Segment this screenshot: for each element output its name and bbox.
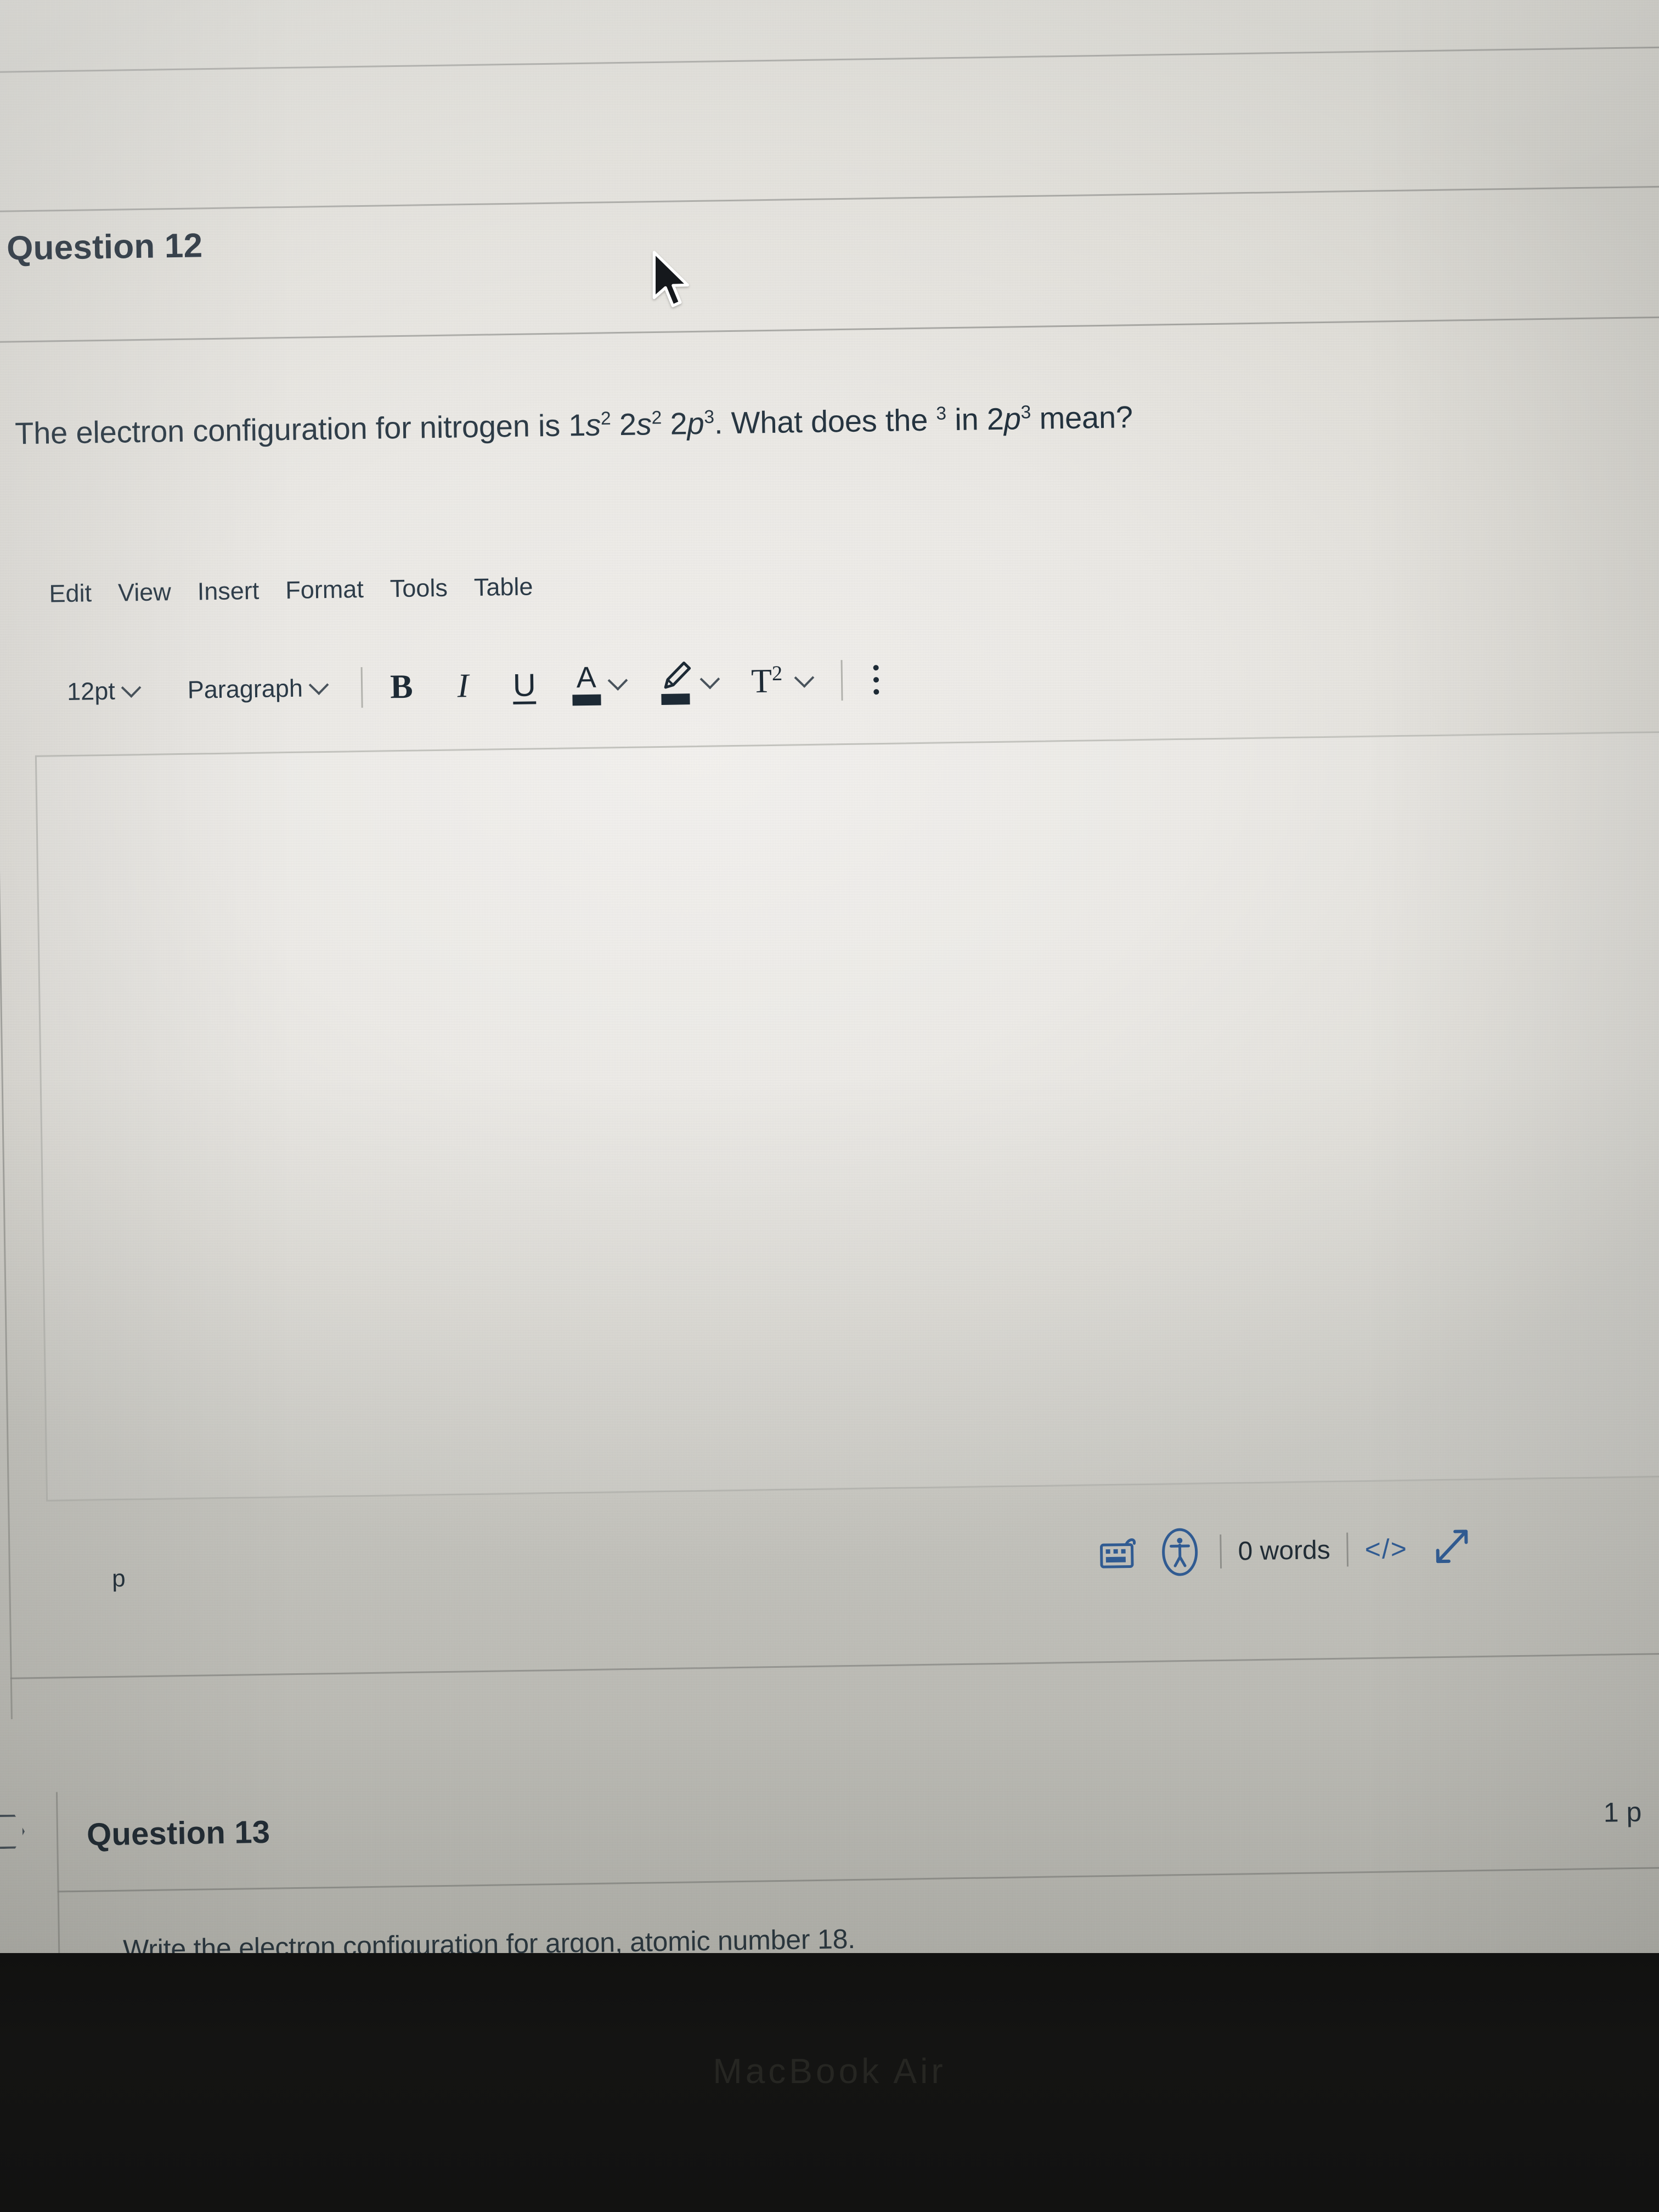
status-divider xyxy=(1346,1532,1349,1567)
menu-insert[interactable]: Insert xyxy=(197,577,259,606)
question-13-title: Question 13 xyxy=(86,1814,270,1853)
highlighter-pen-icon xyxy=(664,661,691,689)
kebab-dot xyxy=(873,677,879,683)
menu-table[interactable]: Table xyxy=(473,572,533,602)
text-color-swatch xyxy=(572,694,601,706)
chevron-down-icon xyxy=(794,668,815,688)
text-color-icon: A xyxy=(576,661,597,695)
kebab-dot xyxy=(873,689,879,695)
accessibility-icon xyxy=(1162,1528,1198,1576)
menu-tools[interactable]: Tools xyxy=(390,574,448,603)
question-13-points: 1 p xyxy=(1603,1796,1642,1828)
word-count: 0 words xyxy=(1238,1535,1331,1566)
superscript-icon: T2 xyxy=(751,662,783,701)
editor-status-bar: 0 words </> xyxy=(1094,1524,1474,1577)
font-size-select[interactable]: 12pt xyxy=(56,674,149,709)
more-options-button[interactable] xyxy=(873,665,879,695)
highlight-color-dropdown[interactable] xyxy=(699,669,720,690)
bold-button[interactable]: B xyxy=(384,665,419,709)
question-12-title: Question 12 xyxy=(6,227,203,268)
q12-exp-2s: 2 xyxy=(651,408,662,428)
superscript-button[interactable]: T2 xyxy=(749,659,784,704)
block-format-value: Paragraph xyxy=(187,674,303,704)
chevron-down-icon xyxy=(121,678,142,698)
mouse-cursor xyxy=(652,251,689,307)
accessibility-checker-button[interactable] xyxy=(1156,1528,1204,1576)
q12-orbital-2p-2: p xyxy=(1003,401,1022,436)
page-divider-top xyxy=(0,46,1659,74)
italic-icon: I xyxy=(457,667,469,704)
chevron-down-icon xyxy=(308,675,329,695)
q12-exp-2p-2: 3 xyxy=(1020,402,1031,423)
menu-edit[interactable]: Edit xyxy=(49,579,92,608)
underline-icon: U xyxy=(512,667,537,703)
q12-exp-standalone: 3 xyxy=(936,403,947,424)
superscript-dropdown[interactable] xyxy=(794,668,815,688)
toolbar-divider xyxy=(360,667,363,708)
q12-exp-1s: 2 xyxy=(600,408,611,429)
question-flag-icon[interactable] xyxy=(0,1814,25,1849)
q12-orbital-2p: p xyxy=(687,405,704,441)
q12-text-2: 2 xyxy=(611,407,637,442)
resize-diagonal-icon xyxy=(1436,1530,1468,1564)
q12-exp-2p: 3 xyxy=(704,407,715,428)
kebab-dot xyxy=(873,665,879,671)
menu-format[interactable]: Format xyxy=(285,575,364,605)
q12-text-4: . What does the xyxy=(714,402,936,441)
q12-text-6: mean? xyxy=(1030,399,1133,436)
macbook-air-label: MacBook Air xyxy=(713,2051,946,2091)
italic-button[interactable]: I xyxy=(445,664,480,708)
bold-icon: B xyxy=(390,668,414,706)
q12-text-3: 2 xyxy=(661,406,687,441)
toolbar-divider xyxy=(840,660,843,701)
text-color-dropdown[interactable] xyxy=(607,670,628,691)
canvas-quiz-page: Question 12 The electron configuration f… xyxy=(0,0,1659,1953)
q12-orbital-2s: s xyxy=(636,407,652,442)
html-editor-button[interactable]: </> xyxy=(1364,1533,1408,1565)
laptop-screen: Question 12 The electron configuration f… xyxy=(0,0,1659,1953)
menu-view[interactable]: View xyxy=(118,578,171,607)
block-format-select[interactable]: Paragraph xyxy=(176,672,337,707)
rich-content-editor-body[interactable] xyxy=(35,731,1659,1502)
chevron-down-icon xyxy=(607,670,628,691)
editor-element-path: p xyxy=(111,1565,126,1592)
text-color-button[interactable]: A xyxy=(572,661,601,706)
underline-button[interactable]: U xyxy=(507,663,541,707)
highlight-color-button[interactable] xyxy=(657,661,693,705)
laptop-bottom-bezel: MacBook Air xyxy=(0,1953,1659,2212)
highlight-color-swatch xyxy=(661,693,690,705)
q12-orbital-1s: s xyxy=(585,407,601,442)
font-size-value: 12pt xyxy=(66,676,116,706)
status-divider xyxy=(1220,1534,1222,1569)
resize-handle[interactable] xyxy=(1426,1524,1474,1572)
keyboard-icon xyxy=(1100,1538,1136,1568)
keyboard-shortcuts-button[interactable] xyxy=(1094,1529,1142,1577)
chevron-down-icon xyxy=(699,669,720,690)
q12-text-5: in 2 xyxy=(946,401,1005,437)
question-13-card xyxy=(55,1768,1659,1953)
